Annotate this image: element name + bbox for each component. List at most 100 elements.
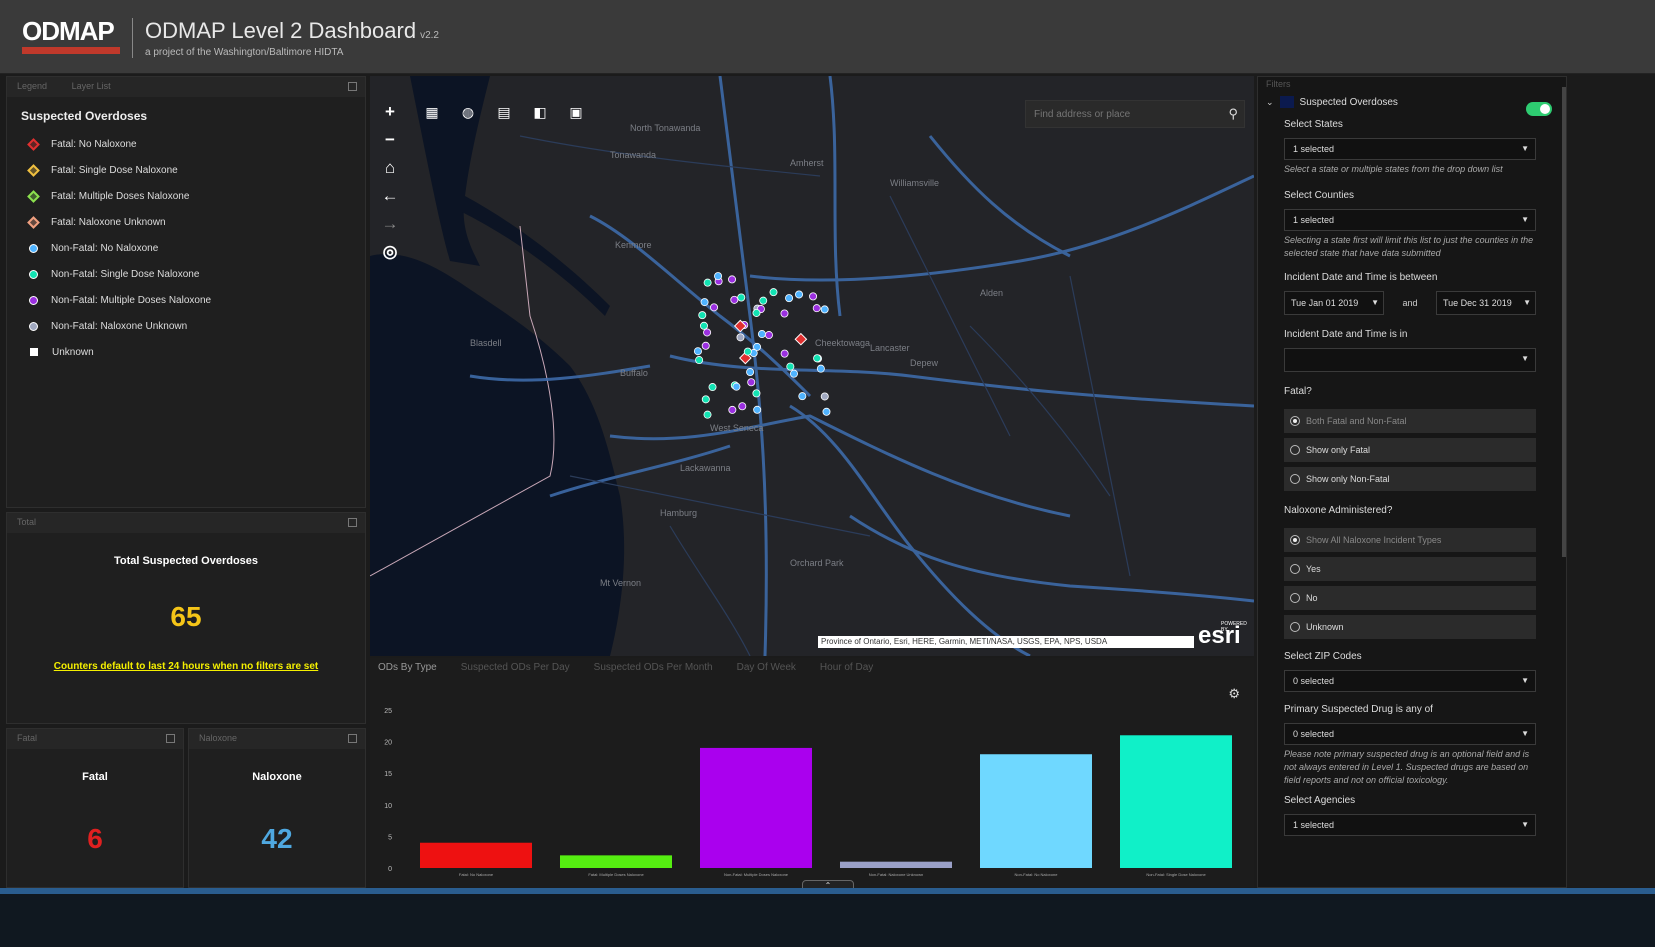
incident-marker[interactable] bbox=[698, 311, 707, 320]
bar[interactable] bbox=[840, 861, 952, 868]
radio-option[interactable]: Yes bbox=[1284, 557, 1536, 581]
incident-marker[interactable] bbox=[809, 292, 818, 301]
drug-select[interactable]: 0 selected ▼ bbox=[1284, 723, 1536, 745]
forward-icon[interactable]: → bbox=[376, 210, 404, 238]
chart-tab[interactable]: Suspected ODs Per Month bbox=[594, 662, 713, 673]
incident-marker[interactable] bbox=[820, 305, 829, 314]
circle-symbol-icon bbox=[29, 295, 38, 305]
incident-marker[interactable] bbox=[785, 294, 794, 303]
radio-option[interactable]: No bbox=[1284, 586, 1536, 610]
incident-marker[interactable] bbox=[764, 331, 773, 340]
chart-tab[interactable]: Suspected ODs Per Day bbox=[461, 662, 570, 673]
counties-select[interactable]: 1 selected ▼ bbox=[1284, 209, 1536, 231]
caret-down-icon: ▼ bbox=[1521, 676, 1529, 685]
incident-marker[interactable] bbox=[728, 405, 737, 414]
incident-marker[interactable] bbox=[816, 364, 825, 373]
incident-marker[interactable] bbox=[780, 349, 789, 358]
layers-icon[interactable]: ◧ bbox=[522, 98, 558, 126]
chart-tab[interactable]: Day Of Week bbox=[737, 662, 796, 673]
incident-marker[interactable] bbox=[812, 304, 821, 313]
tab-legend[interactable]: Legend bbox=[17, 81, 47, 91]
incident-marker[interactable] bbox=[753, 405, 762, 414]
incident-marker[interactable] bbox=[746, 368, 755, 377]
maximize-icon[interactable] bbox=[348, 82, 357, 91]
app: ODMAP ODMAP Level 2 Dashboard v2.2 a proj… bbox=[0, 0, 1655, 947]
bar[interactable] bbox=[980, 754, 1092, 868]
incident-marker[interactable] bbox=[708, 383, 717, 392]
maximize-icon[interactable] bbox=[348, 734, 357, 743]
basemap-gallery-icon[interactable]: ▦ bbox=[414, 98, 450, 126]
home-icon[interactable]: ⌂ bbox=[376, 154, 404, 182]
incident-marker[interactable] bbox=[780, 309, 789, 318]
filter-section-header[interactable]: ⌄ Suspected Overdoses bbox=[1258, 91, 1566, 113]
radio-option[interactable]: Show only Non-Fatal bbox=[1284, 467, 1536, 491]
search-icon[interactable]: ⚲ bbox=[1228, 106, 1238, 122]
bar[interactable] bbox=[700, 747, 812, 868]
filters-scrollbar[interactable] bbox=[1562, 87, 1566, 557]
incident-marker[interactable] bbox=[786, 362, 795, 371]
maximize-icon[interactable] bbox=[166, 734, 175, 743]
incident-marker[interactable] bbox=[820, 392, 829, 401]
incident-marker[interactable] bbox=[730, 295, 739, 304]
tab-layer-list[interactable]: Layer List bbox=[72, 81, 111, 91]
radio-option[interactable]: Show All Naloxone Incident Types bbox=[1284, 528, 1536, 552]
layer-toggle[interactable] bbox=[1526, 102, 1552, 116]
map-place-label: Orchard Park bbox=[790, 558, 844, 568]
zoom-out-button[interactable]: − bbox=[376, 126, 404, 154]
incident-marker[interactable] bbox=[699, 321, 708, 330]
chart-tab[interactable]: ODs By Type bbox=[378, 662, 437, 673]
incident-marker[interactable] bbox=[752, 389, 761, 398]
incident-marker[interactable] bbox=[759, 296, 768, 305]
chart-tab[interactable]: Hour of Day bbox=[820, 662, 873, 673]
chevron-down-icon[interactable]: ⌄ bbox=[1266, 97, 1274, 108]
incident-marker[interactable] bbox=[701, 341, 710, 350]
date-from-input[interactable]: Tue Jan 01 2019 ▼ bbox=[1284, 291, 1384, 315]
incident-marker[interactable] bbox=[789, 369, 798, 378]
radio-option[interactable]: Unknown bbox=[1284, 615, 1536, 639]
bar[interactable] bbox=[420, 842, 532, 868]
incident-marker[interactable] bbox=[703, 278, 712, 287]
incident-marker[interactable] bbox=[701, 395, 710, 404]
states-select[interactable]: 1 selected ▼ bbox=[1284, 138, 1536, 160]
incident-marker[interactable] bbox=[736, 333, 745, 342]
incident-marker[interactable] bbox=[752, 308, 761, 317]
print-icon[interactable]: ▤ bbox=[486, 98, 522, 126]
map-search-input[interactable] bbox=[1026, 101, 1216, 127]
incident-marker[interactable] bbox=[714, 272, 723, 281]
incident-marker[interactable] bbox=[695, 356, 704, 365]
incident-marker[interactable] bbox=[732, 382, 741, 391]
measure-icon[interactable]: ◍ bbox=[450, 98, 486, 126]
incident-marker[interactable] bbox=[743, 347, 752, 356]
incident-marker[interactable] bbox=[703, 410, 712, 419]
bar[interactable] bbox=[560, 855, 672, 868]
back-icon[interactable]: ← bbox=[376, 182, 404, 210]
incident-marker[interactable] bbox=[813, 354, 822, 363]
map-view[interactable]: North Tonawanda Tonawanda Amherst Buffalo Ch… bbox=[370, 76, 1254, 656]
incident-marker[interactable] bbox=[710, 303, 719, 312]
incident-marker[interactable] bbox=[693, 347, 702, 356]
incident-marker[interactable] bbox=[747, 378, 756, 387]
radio-option[interactable]: Both Fatal and Non-Fatal bbox=[1284, 409, 1536, 433]
radio-option[interactable]: Show only Fatal bbox=[1284, 438, 1536, 462]
bookmark-icon[interactable]: ▣ bbox=[558, 98, 594, 126]
incident-marker[interactable] bbox=[738, 402, 747, 411]
incident-marker[interactable] bbox=[737, 293, 746, 302]
incident-marker[interactable] bbox=[703, 328, 712, 337]
incident-marker[interactable] bbox=[700, 298, 709, 307]
incident-marker[interactable] bbox=[728, 275, 737, 284]
circle-symbol-icon bbox=[29, 269, 38, 279]
maximize-icon[interactable] bbox=[348, 518, 357, 527]
date-to-input[interactable]: Tue Dec 31 2019 ▼ bbox=[1436, 291, 1536, 315]
incident-marker[interactable] bbox=[795, 290, 804, 299]
date-in-select[interactable]: ▼ bbox=[1284, 348, 1536, 372]
incident-marker[interactable] bbox=[757, 330, 766, 339]
zip-select[interactable]: 0 selected ▼ bbox=[1284, 670, 1536, 692]
incident-marker[interactable] bbox=[822, 407, 831, 416]
bar[interactable] bbox=[1120, 735, 1232, 868]
incident-marker[interactable] bbox=[798, 392, 807, 401]
locate-icon[interactable]: ◎ bbox=[376, 238, 404, 266]
zoom-in-button[interactable]: + bbox=[376, 98, 404, 126]
incident-marker[interactable] bbox=[769, 288, 778, 297]
agencies-select[interactable]: 1 selected ▼ bbox=[1284, 814, 1536, 836]
map-canvas[interactable]: North Tonawanda Tonawanda Amherst Buffalo Ch… bbox=[370, 76, 1254, 656]
